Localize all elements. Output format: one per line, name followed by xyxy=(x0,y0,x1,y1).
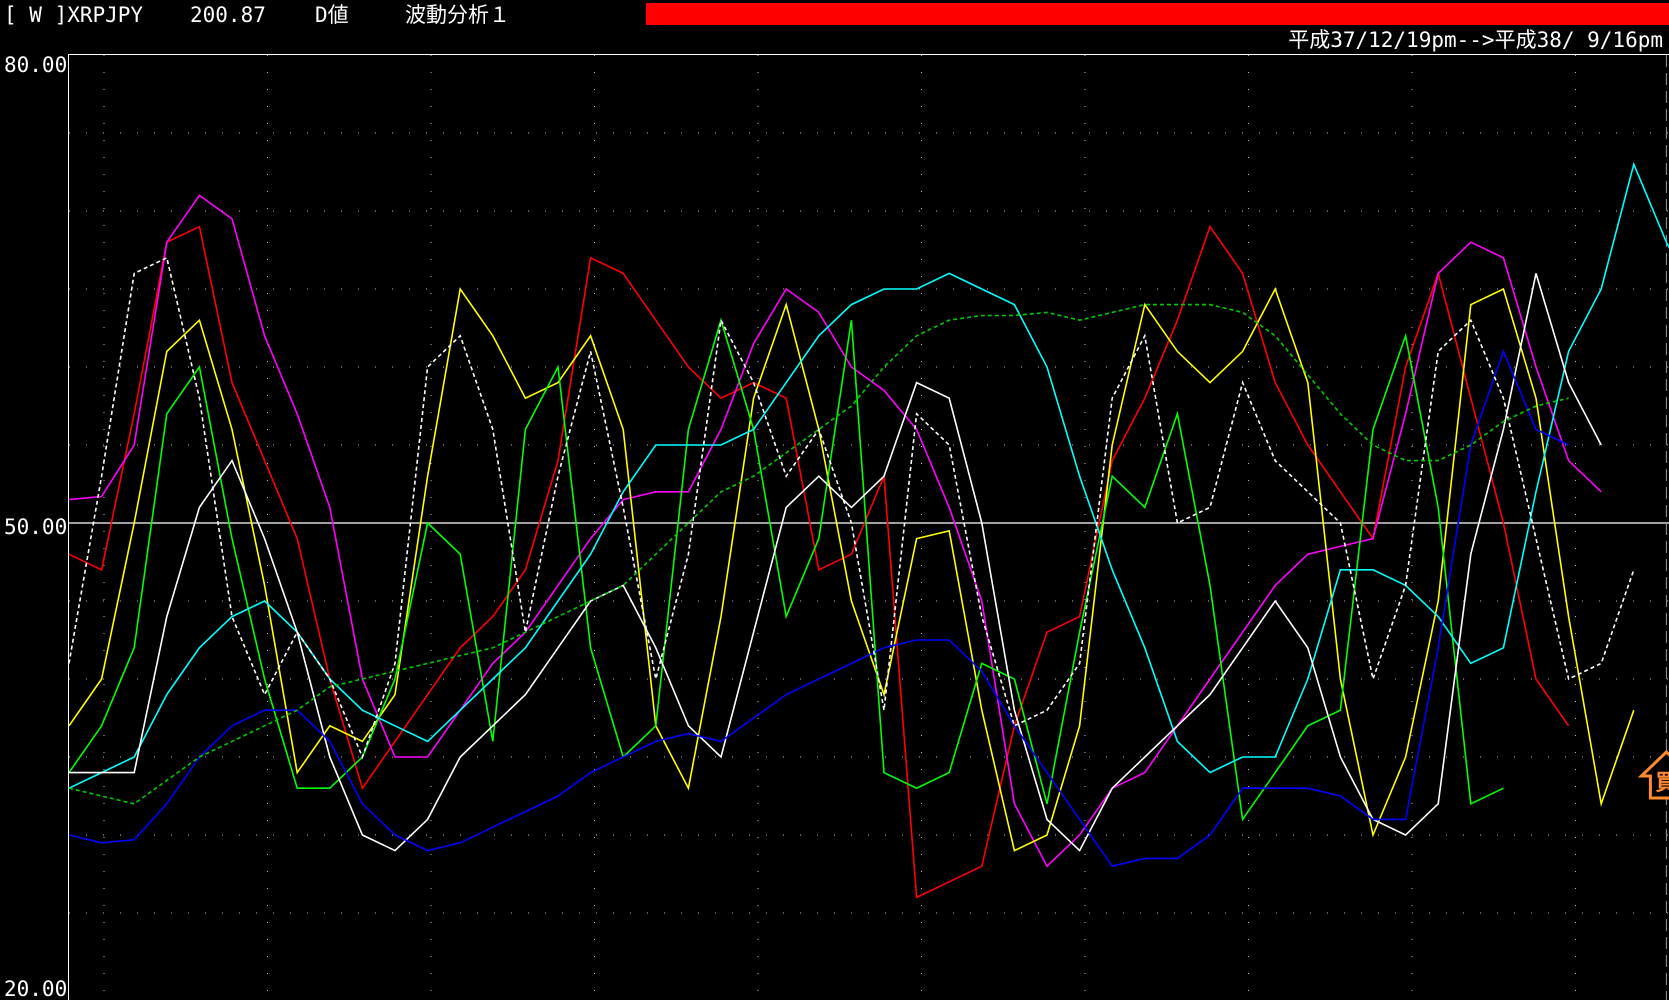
series-line-9 xyxy=(68,303,1569,805)
y-axis-max-label: 80.00 xyxy=(4,53,68,77)
plot-frame xyxy=(68,54,1669,1000)
buy-signal-label: 買 xyxy=(1655,771,1669,796)
series-layer xyxy=(68,161,1669,899)
series-line-1 xyxy=(68,224,1570,899)
series-line-4 xyxy=(68,317,1504,822)
signal-layer: 買 xyxy=(1637,749,1669,800)
series-line-2 xyxy=(68,194,1602,868)
wave-analysis-chart: 買 xyxy=(68,54,1669,1000)
y-axis-mid-label: 50.00 xyxy=(4,515,68,539)
y-axis-min-label: 20.00 xyxy=(4,977,68,1000)
grid-layer xyxy=(69,55,1669,1000)
